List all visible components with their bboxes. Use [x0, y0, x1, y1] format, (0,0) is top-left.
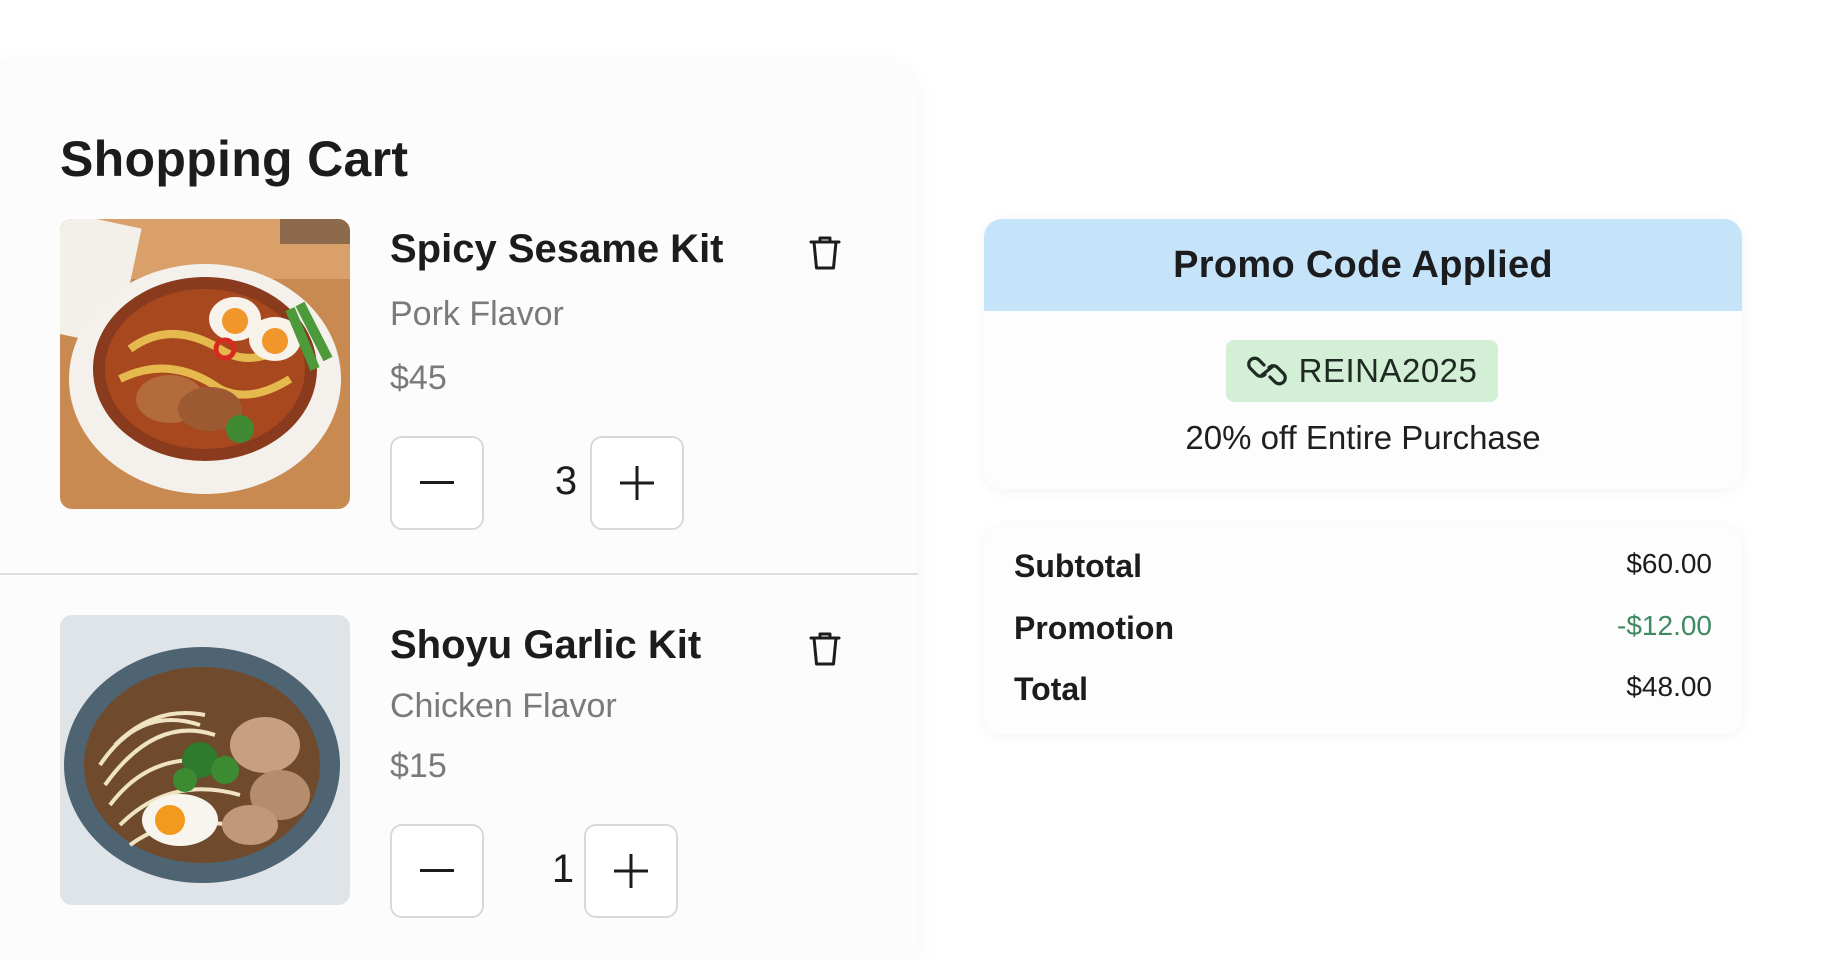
- decrease-quantity-button[interactable]: [390, 436, 484, 530]
- promotion-value: -$12.00: [1617, 610, 1712, 641]
- decrease-quantity-button[interactable]: [390, 824, 484, 918]
- page-title: Shopping Cart: [60, 131, 409, 187]
- promo-header: Promo Code Applied: [984, 219, 1742, 311]
- promo-code-text: REINA2025: [1298, 352, 1478, 389]
- total-value: $48.00: [1626, 671, 1712, 702]
- product-price: $45: [390, 359, 447, 397]
- link-icon: [1246, 356, 1287, 386]
- subtotal-label: Subtotal: [1014, 548, 1142, 584]
- minus-icon: [420, 869, 454, 872]
- quantity-value: 3: [554, 459, 578, 503]
- cart-item: Spicy Sesame Kit Pork Flavor $45 3: [60, 219, 860, 530]
- promo-description: 20% off Entire Purchase: [1185, 419, 1541, 456]
- product-image-shoyu-garlic: [60, 615, 350, 905]
- minus-icon: [420, 481, 454, 484]
- delete-item-button[interactable]: [805, 629, 845, 669]
- product-image-spicy-sesame: [60, 219, 350, 509]
- plus-icon: [620, 466, 654, 500]
- increase-quantity-button[interactable]: [584, 824, 678, 918]
- trash-icon: [809, 632, 841, 666]
- product-flavor: Pork Flavor: [390, 295, 564, 333]
- item-divider: [0, 573, 918, 575]
- total-label: Total: [1014, 671, 1089, 707]
- product-flavor: Chicken Flavor: [390, 687, 617, 725]
- product-price: $15: [390, 747, 447, 785]
- increase-quantity-button[interactable]: [590, 436, 684, 530]
- promo-code-card: Promo Code Applied REINA2025 20% off Ent…: [984, 219, 1742, 489]
- trash-icon: [809, 236, 841, 270]
- product-name: Shoyu Garlic Kit: [390, 623, 702, 667]
- plus-icon: [614, 854, 648, 888]
- order-summary: Subtotal $60.00 Promotion -$12.00 Total …: [984, 526, 1742, 734]
- product-name: Spicy Sesame Kit: [390, 227, 724, 271]
- promo-code-chip[interactable]: REINA2025: [1226, 340, 1498, 402]
- subtotal-value: $60.00: [1626, 548, 1712, 579]
- cart-item: Shoyu Garlic Kit Chicken Flavor $15 1: [60, 615, 860, 918]
- promotion-label: Promotion: [1014, 610, 1174, 646]
- delete-item-button[interactable]: [805, 233, 845, 273]
